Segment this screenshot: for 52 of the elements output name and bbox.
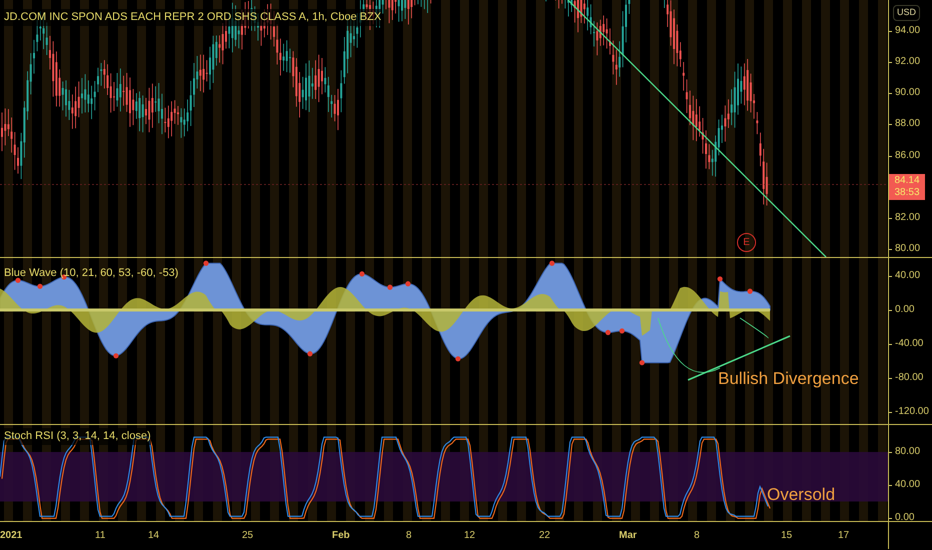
axis-tick-label: 92.00 — [895, 56, 920, 68]
chart-title: JD.COM INC SPON ADS EACH REPR 2 ORD SHS CLASS A, 1h, Cboe BZX — [4, 9, 382, 26]
time-axis-label: 15 — [781, 529, 792, 543]
axis-tick-label: 0.00 — [895, 512, 914, 524]
axis-tick-label: 80.00 — [895, 446, 920, 458]
axis-tick-label: 40.00 — [895, 270, 920, 282]
axis-tick-label: 86.00 — [895, 150, 920, 162]
time-axis-label: 11 — [95, 529, 106, 543]
axis-tick-label: 88.00 — [895, 118, 920, 130]
axis-tick-mark — [889, 93, 892, 94]
axis-tick-mark — [889, 156, 892, 157]
axis-tick-label: -120.00 — [895, 406, 929, 418]
axis-tick-mark — [889, 378, 892, 379]
time-axis-label: 12 — [464, 529, 476, 543]
axis-tick-label: 80.00 — [895, 243, 920, 255]
last-price: 84.14 — [894, 175, 920, 187]
time-axis-label: 2021 — [0, 529, 22, 543]
indicator-title: Stoch RSI (3, 3, 14, 14, close) — [4, 428, 151, 444]
time-axis-label: 14 — [148, 529, 160, 543]
axis-tick-label: 0.00 — [895, 304, 914, 316]
axis-tick-label: 94.00 — [895, 25, 920, 37]
currency-badge[interactable]: USD — [893, 5, 920, 20]
time-axis-label: 8 — [694, 529, 700, 543]
indicator-title: Blue Wave (10, 21, 60, 53, -60, -53) — [4, 266, 178, 281]
axis-tick-mark — [889, 218, 892, 219]
axis-tick-mark — [889, 485, 892, 486]
time-axis-label: 22 — [539, 529, 550, 543]
axis-tick-label: 82.00 — [895, 212, 920, 224]
axis-tick-label: -80.00 — [895, 372, 924, 384]
axis-tick-label: 90.00 — [895, 87, 920, 99]
axis-tick-mark — [889, 412, 892, 413]
time-axis-label: 25 — [242, 529, 254, 543]
axis-tick-mark — [889, 310, 892, 311]
axis-tick-mark — [889, 276, 892, 277]
time-axis-label: 17 — [838, 529, 850, 543]
annotation-text: Oversold — [767, 484, 836, 506]
axis-tick-mark — [889, 124, 892, 125]
trend-line[interactable] — [568, 0, 826, 257]
axis-tick-mark — [889, 62, 892, 63]
time-axis-label: 8 — [406, 529, 412, 543]
time-axis-label: Feb — [332, 529, 350, 543]
axis-tick-label: -40.00 — [895, 338, 924, 350]
bar-countdown: 38:53 — [894, 187, 920, 199]
axis-tick-mark — [889, 518, 892, 519]
earnings-marker[interactable]: E — [737, 233, 756, 252]
annotation-text: Bullish Divergence — [718, 368, 859, 390]
axis-tick-mark — [889, 31, 892, 32]
axis-tick-label: 40.00 — [895, 479, 920, 491]
time-axis-label: Mar — [619, 529, 637, 543]
axis-tick-mark — [889, 344, 892, 345]
axis-tick-mark — [889, 249, 892, 250]
axis-tick-mark — [889, 452, 892, 453]
